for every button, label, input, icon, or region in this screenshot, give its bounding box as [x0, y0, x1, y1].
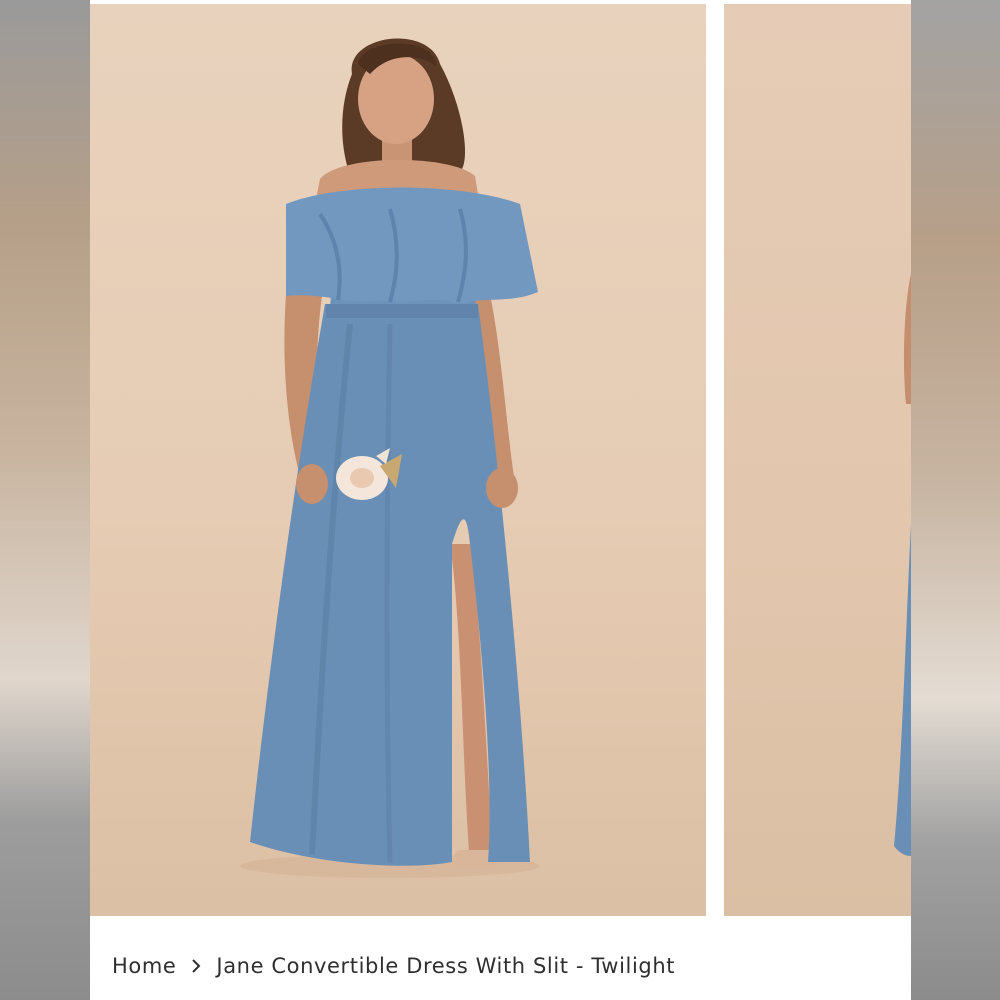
breadcrumb-home-link[interactable]: Home	[112, 954, 176, 978]
breadcrumb: Home Jane Convertible Dress With Slit - …	[112, 948, 675, 984]
product-page: Home Jane Convertible Dress With Slit - …	[90, 0, 911, 1000]
next-photo-edge-illustration	[894, 274, 911, 856]
blurred-side-panel-right	[911, 0, 1000, 1000]
breadcrumb-current-page: Jane Convertible Dress With Slit - Twili…	[216, 954, 676, 978]
chevron-right-icon	[190, 958, 202, 974]
product-photo-front[interactable]	[90, 4, 706, 916]
product-photo-next[interactable]	[724, 4, 911, 916]
model-illustration	[240, 38, 540, 878]
blurred-side-panel-left	[0, 0, 90, 1000]
product-image-gallery[interactable]	[90, 4, 911, 916]
